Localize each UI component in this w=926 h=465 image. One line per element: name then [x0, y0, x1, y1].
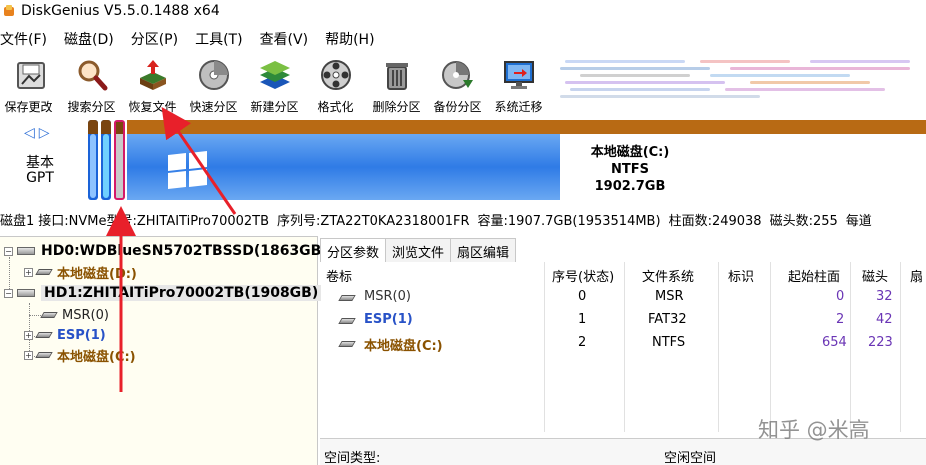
space-type-label: 空间类型: — [324, 451, 381, 465]
menu-partition[interactable]: 分区(P) — [131, 29, 178, 49]
col-fs[interactable]: 文件系统 — [642, 266, 694, 285]
table-row[interactable]: 本地磁盘(C:) 2 NTFS 654 223 — [320, 335, 926, 358]
detail-tabs: 分区参数 浏览文件 扇区编辑 — [320, 238, 517, 262]
layers-icon — [258, 58, 292, 92]
info-capacity: 容量:1907.7GB(1953514MB) — [477, 213, 661, 229]
tree-hd0[interactable]: − HD0:WDBlueSN5702TBSSD(1863GB) — [4, 241, 328, 261]
system-migration-button[interactable]: 系统迁移 — [488, 54, 549, 114]
magnifier-icon — [75, 58, 109, 92]
redacted-area — [560, 58, 926, 104]
free-space-value: 空闲空间 — [664, 451, 717, 465]
partition-icon — [338, 317, 356, 324]
save-icon — [14, 58, 48, 92]
col-label[interactable]: 卷标 — [326, 266, 352, 285]
partition-esp-bar[interactable] — [101, 120, 111, 200]
info-model: 型号:ZHITAITiPro70002TB — [106, 213, 270, 229]
partition-selected-bar[interactable] — [114, 120, 125, 200]
restore-files-button[interactable]: 恢复文件 — [122, 54, 183, 114]
search-partition-button[interactable]: 搜索分区 — [61, 54, 122, 114]
table-header: 卷标 序号(状态) 文件系统 标识 起始柱面 磁头 扇 — [320, 266, 926, 286]
partition-table: 卷标 序号(状态) 文件系统 标识 起始柱面 磁头 扇 MSR(0) 0 MSR… — [320, 262, 926, 432]
tree-hd1[interactable]: − HD1:ZHITAITiPro70002TB(1908GB) — [4, 283, 322, 303]
backup-partition-button[interactable]: 备份分区 — [427, 54, 488, 114]
tab-browse-files[interactable]: 浏览文件 — [385, 238, 452, 262]
tree-hd0-d[interactable]: + 本地磁盘(D:) — [24, 262, 137, 282]
monitor-migrate-icon — [502, 58, 536, 92]
format-wheel-icon — [319, 58, 353, 92]
info-heads: 磁头数:255 — [769, 213, 838, 229]
table-row[interactable]: ESP(1) 1 FAT32 2 42 — [320, 312, 926, 335]
disk-tree: − HD0:WDBlueSN5702TBSSD(1863GB) + 本地磁盘(D… — [0, 236, 328, 465]
hard-drive-icon — [17, 289, 35, 297]
table-row[interactable]: MSR(0) 0 MSR 0 32 — [320, 289, 926, 312]
col-sector[interactable]: 扇 — [910, 266, 923, 285]
disk-gpt-label: GPT — [26, 170, 54, 186]
partition-msr-bar[interactable] — [88, 120, 98, 200]
col-start-cyl[interactable]: 起始柱面 — [788, 266, 840, 285]
info-spt: 每道 — [845, 213, 872, 229]
menu-tools[interactable]: 工具(T) — [195, 29, 242, 49]
tree-hd1-c[interactable]: + 本地磁盘(C:) — [24, 345, 136, 365]
window-title: DiskGenius V5.5.0.1488 x64 — [21, 3, 220, 19]
backup-disc-icon — [441, 58, 475, 92]
title-bar: DiskGenius V5.5.0.1488 x64 — [0, 0, 926, 22]
menu-view[interactable]: 查看(V) — [260, 29, 309, 49]
new-partition-button[interactable]: 新建分区 — [244, 54, 305, 114]
hard-drive-icon — [17, 247, 35, 255]
disc-icon — [197, 58, 231, 92]
info-interface: 接口:NVMe — [38, 213, 107, 229]
tree-hd1-msr[interactable]: MSR(0) — [40, 305, 109, 325]
tab-sector-edit[interactable]: 扇区编辑 — [450, 238, 517, 262]
tab-partition-params[interactable]: 分区参数 — [320, 238, 387, 262]
partition-icon — [35, 269, 53, 275]
delete-partition-button[interactable]: 删除分区 — [366, 54, 427, 114]
watermark: 知乎 @米高 — [758, 418, 870, 442]
menu-help[interactable]: 帮助(H) — [325, 29, 374, 49]
col-seq[interactable]: 序号(状态) — [552, 266, 614, 285]
windows-logo-icon — [168, 151, 208, 189]
partition-icon — [35, 332, 53, 338]
quick-partition-button[interactable]: 快速分区 — [183, 54, 244, 114]
info-cylinders: 柱面数:249038 — [668, 213, 762, 229]
partition-icon — [35, 352, 53, 358]
col-head[interactable]: 磁头 — [862, 266, 888, 285]
menu-bar: 文件(F) 磁盘(D) 分区(P) 工具(T) 查看(V) 帮助(H) — [0, 28, 926, 50]
partition-icon — [338, 340, 356, 347]
partition-icon — [40, 312, 58, 318]
restore-box-icon — [136, 58, 170, 92]
disk-nav-arrows[interactable]: ◁▷ — [24, 125, 54, 141]
disk-info-bar: 磁盘1 接口:NVMe 型号:ZHITAITiPro70002TB 序列号:ZT… — [0, 208, 926, 230]
info-disk: 磁盘1 — [0, 213, 35, 229]
menu-file[interactable]: 文件(F) — [0, 29, 47, 49]
disk-type-label: 基本 — [26, 155, 54, 171]
tree-hd1-esp[interactable]: + ESP(1) — [24, 325, 106, 345]
trash-icon — [380, 58, 414, 92]
app-icon — [3, 5, 15, 17]
disk-map: ◁▷ 基本 GPT 本地磁盘(C:) NTFS 1902.7GB — [0, 118, 926, 204]
partition-icon — [338, 294, 356, 301]
save-changes-button[interactable]: 保存更改 — [0, 54, 61, 114]
format-button[interactable]: 格式化 — [305, 54, 366, 114]
partition-c-label: 本地磁盘(C:) NTFS 1902.7GB — [590, 145, 670, 194]
menu-disk[interactable]: 磁盘(D) — [64, 29, 114, 49]
col-id[interactable]: 标识 — [728, 266, 754, 285]
info-serial: 序列号:ZTA22T0KA2318001FR — [277, 213, 470, 229]
